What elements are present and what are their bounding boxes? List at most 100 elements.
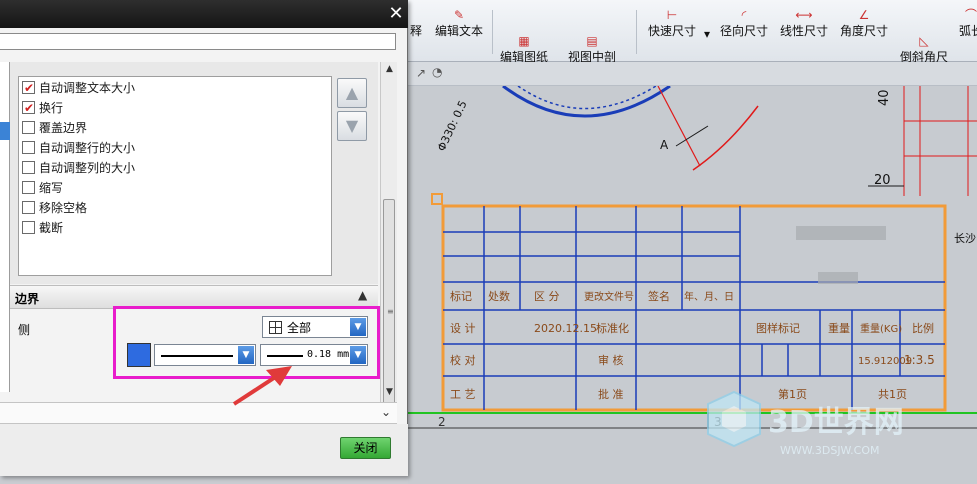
option-overfill-border[interactable]: 覆盖边界 (22, 118, 328, 138)
edit-text-icon: ✎ (453, 8, 465, 22)
option-auto-text-size[interactable]: 自动调整文本大小 (22, 78, 328, 98)
drawing-canvas[interactable]: A Φ330: 0.5 40 20 标记 处数 区 分 更改文件号 签名 年、月… (408, 86, 977, 484)
angular-dimension-button[interactable]: ∠ 角度尺寸 (836, 8, 892, 60)
tb-header-count: 处数 (488, 290, 510, 303)
close-button[interactable]: 关闭 (340, 437, 391, 459)
tb-weight-header: 重量 (828, 321, 850, 335)
tb-scale: 比例 (912, 321, 934, 335)
name-field[interactable] (0, 33, 396, 50)
snap-icon[interactable]: ◔ (432, 65, 442, 79)
rapid-dimension-icon: ⊢ (666, 8, 678, 22)
diameter-dimension: Φ330: 0.5 (435, 99, 470, 154)
checkbox[interactable] (22, 181, 35, 194)
checkbox[interactable] (22, 141, 35, 154)
options-list: 自动调整文本大小 换行 覆盖边界 自动调整行的大小 自动调整列的大小 缩写 移除… (18, 76, 332, 276)
leader-line (657, 86, 701, 167)
arc-length-label: 弧长 (958, 24, 977, 38)
part-outline (502, 86, 671, 118)
toolbar-separator (492, 10, 493, 54)
pin-icon[interactable]: ↗ (416, 66, 426, 80)
scroll-up-icon[interactable]: ▲ (382, 62, 397, 77)
checkbox-checked[interactable] (22, 98, 35, 118)
radial-dimension-line (692, 105, 759, 171)
dimension-40: 40 (877, 89, 892, 106)
move-down-button[interactable]: ▼ (337, 111, 367, 141)
cad-workspace: 释 ✎编辑文本 ▦编辑图纸 页 ▤视图中剖 切 ⊢快速尺寸 ▾ ◜径向尺寸 ⟷线… (408, 0, 977, 484)
option-label: 换行 (39, 101, 64, 115)
option-truncate[interactable]: 截断 (22, 218, 328, 238)
edit-sheet-button[interactable]: ▦编辑图纸 页 (496, 8, 552, 77)
tb-design-date: 2020.12.15 (534, 322, 597, 335)
edit-text-button[interactable]: ✎ 编辑文本 (430, 8, 488, 60)
option-auto-column-size[interactable]: 自动调整列的大小 (22, 158, 328, 178)
tb-header-date: 年、月、日 (684, 290, 734, 303)
tb-page: 第1页 (778, 387, 807, 401)
chevron-down-icon[interactable]: ⌄ (381, 405, 391, 419)
tb-craft: 工 艺 (450, 388, 476, 401)
linear-dimension-label: 线性尺寸 (779, 24, 828, 38)
move-up-button[interactable]: ▲ (337, 78, 367, 108)
grip-icon: ≡ (387, 307, 394, 316)
section-view-icon: ▤ (586, 34, 598, 48)
tb-header-mark: 标记 (450, 289, 472, 303)
option-label: 缩写 (39, 181, 64, 195)
side-label: 侧 (18, 323, 31, 337)
watermark-url: WWW.3DSJW.COM (780, 444, 880, 457)
option-remove-spaces[interactable]: 移除空格 (22, 198, 328, 218)
arc-length-icon: ⌒ (964, 8, 977, 22)
option-wrap[interactable]: 换行 (22, 98, 328, 118)
arc-length-button[interactable]: ⌒ 弧长 (956, 8, 977, 60)
selection-handle[interactable] (431, 193, 443, 205)
option-label: 截断 (39, 221, 64, 235)
scroll-down-icon[interactable]: ▼ (382, 385, 397, 400)
linear-dimension-button[interactable]: ⟷ 线性尺寸 (776, 8, 832, 60)
checkbox[interactable] (22, 121, 35, 134)
zone-number: 2 (438, 415, 446, 429)
selection-bar: ↗ ◔ (408, 62, 977, 86)
option-abbreviate[interactable]: 缩写 (22, 178, 328, 198)
annotation-button-label: 释 (409, 24, 422, 38)
checkbox[interactable] (22, 201, 35, 214)
option-label: 自动调整行的大小 (39, 141, 136, 155)
chamfer-dimension-button[interactable]: ◺倒斜角尺 寸 (896, 8, 952, 77)
selected-category[interactable] (0, 122, 10, 140)
drawing-svg: A Φ330: 0.5 40 20 标记 处数 区 分 更改文件号 签名 年、月… (408, 86, 977, 457)
dialog-titlebar[interactable]: ✕ (0, 0, 408, 28)
tb-weight: 重量(KG) (860, 322, 902, 335)
radial-dimension-icon: ◜ (741, 8, 747, 22)
edit-sheet-icon: ▦ (518, 34, 530, 48)
tb-header-change-doc: 更改文件号 (584, 290, 634, 303)
radial-dimension-button[interactable]: ◜ 径向尺寸 (716, 8, 772, 60)
arrow-down-icon: ▼ (345, 116, 359, 135)
option-label: 自动调整文本大小 (39, 81, 136, 95)
tb-right-text: 长沙 (954, 232, 976, 245)
chamfer-dimension-icon: ◺ (919, 34, 929, 48)
tb-header-zone: 区 分 (534, 290, 560, 303)
checkbox[interactable] (22, 221, 35, 234)
section-in-view-button[interactable]: ▤视图中剖 切 (560, 8, 624, 77)
rapid-dimension-label: 快速尺寸 (647, 24, 696, 38)
linear-dimension-icon: ⟷ (795, 8, 813, 22)
category-list[interactable] (0, 62, 10, 392)
table-settings-dialog: ✕ 自动调整文本大小 换行 覆盖边界 自动调整行的大小 自动调整列的大小 缩写 … (0, 0, 408, 476)
collapsed-section[interactable]: ⌄ (0, 402, 397, 424)
tb-header-sign: 签名 (648, 289, 670, 303)
toolbar-separator (636, 10, 637, 54)
ribbon-toolbar: 释 ✎编辑文本 ▦编辑图纸 页 ▤视图中剖 切 ⊢快速尺寸 ▾ ◜径向尺寸 ⟷线… (406, 0, 977, 77)
dialog-footer: 关闭 (0, 424, 408, 476)
tb-scale-value: 1:3.5 (904, 353, 935, 367)
dialog-scrollbar[interactable]: ▲ ≡ ▼ (380, 62, 397, 425)
rapid-dimension-button[interactable]: ⊢ 快速尺寸 (644, 8, 700, 60)
annotation-button[interactable]: 释 (406, 8, 426, 60)
close-icon[interactable]: ✕ (386, 4, 406, 24)
chevron-up-icon[interactable]: ▲ (358, 288, 367, 302)
checkbox[interactable] (22, 161, 35, 174)
border-section-title: 边界 (15, 292, 40, 306)
dimension-20: 20 (874, 173, 891, 188)
checkbox-checked[interactable] (22, 78, 35, 98)
blurred-text (796, 226, 886, 240)
angular-dimension-icon: ∠ (858, 8, 870, 22)
tb-pages-total: 共1页 (878, 388, 907, 401)
option-auto-row-size[interactable]: 自动调整行的大小 (22, 138, 328, 158)
watermark: 3D世界网 WWW.3DSJW.COM (707, 390, 904, 457)
